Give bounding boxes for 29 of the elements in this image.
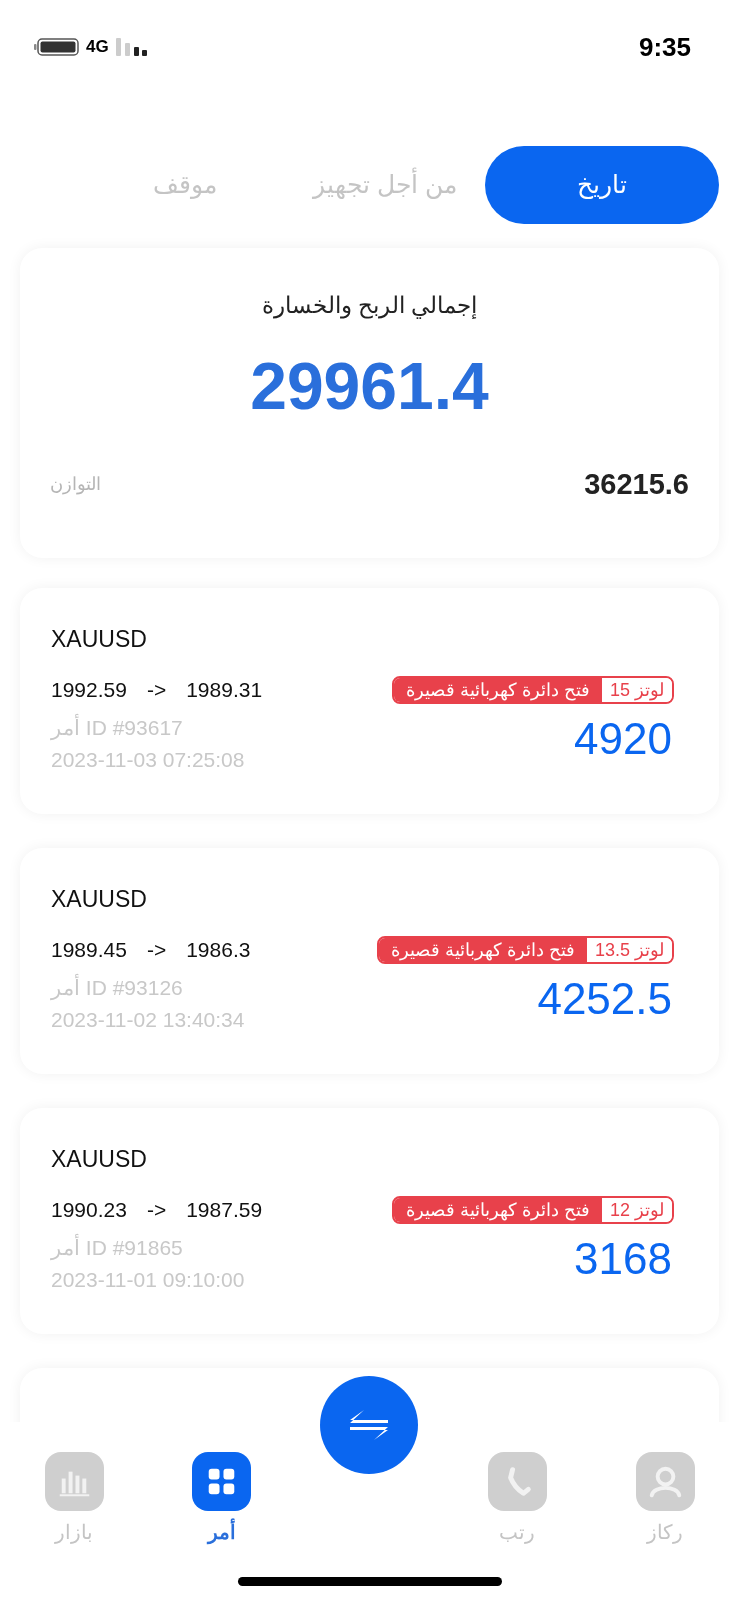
tab[interactable]: من أجل تجهيز	[285, 146, 485, 224]
open-price: 1992.59	[51, 677, 127, 703]
symbol: XAUUSD	[51, 885, 148, 914]
tab[interactable]: تاريخ	[485, 146, 719, 224]
summary-title: إجمالي الربح والخسارة	[261, 291, 478, 321]
total-profit: 29961.4	[250, 352, 489, 419]
profit-value: 3168	[574, 1232, 672, 1285]
close-price: 1986.3	[186, 937, 251, 963]
symbol: XAUUSD	[51, 625, 148, 654]
direction-badge: فتح دائرة كهربائية قصيرة	[378, 937, 587, 962]
open-price: 1989.45	[51, 937, 127, 963]
arrow-text: ->	[146, 1197, 167, 1223]
direction-badge: فتح دائرة كهربائية قصيرة	[393, 1197, 602, 1222]
balance-value: 36215.6	[584, 466, 689, 502]
close-price: 1989.31	[186, 677, 263, 703]
tab[interactable]: موقف	[85, 146, 285, 224]
open-price: 1990.23	[51, 1197, 127, 1223]
signal-icon	[114, 35, 149, 58]
direction-badge: فتح دائرة كهربائية قصيرة	[393, 677, 602, 702]
symbol: XAUUSD	[51, 1145, 148, 1174]
profit-value: 4252.5	[537, 972, 672, 1025]
balance-label: التوازن	[50, 472, 101, 497]
arrow-text: ->	[146, 937, 167, 963]
profit-value: 4920	[574, 712, 672, 765]
arrow-text: ->	[146, 677, 167, 703]
battery-icon	[34, 35, 80, 58]
status-time: 9:35	[638, 31, 691, 64]
close-price: 1987.59	[186, 1197, 263, 1223]
network-label: 4G	[86, 36, 109, 58]
